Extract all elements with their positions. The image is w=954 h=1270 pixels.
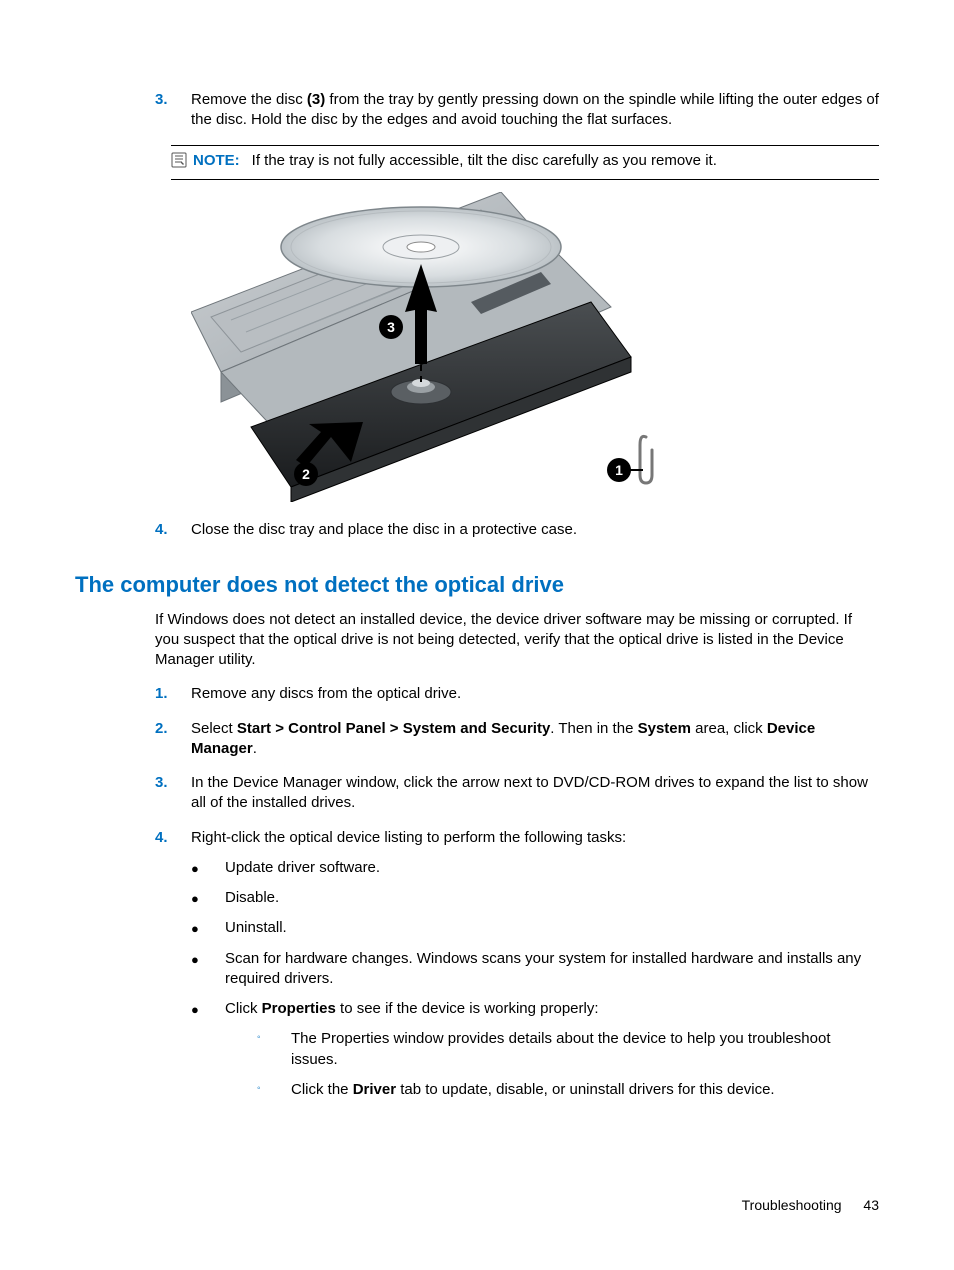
sub-bullet-text: Click the Driver tab to update, disable,… (291, 1080, 879, 1100)
step-4: 4. Close the disc tray and place the dis… (155, 520, 879, 540)
step-2: 2. Select Start > Control Panel > System… (155, 719, 879, 760)
note-icon (171, 151, 193, 174)
text: Click the (291, 1081, 353, 1098)
bullet-text: Click Properties to see if the device is… (225, 999, 879, 1110)
step-body: Close the disc tray and place the disc i… (191, 520, 879, 540)
text: tab to update, disable, or uninstall dri… (396, 1081, 775, 1098)
text: . (253, 740, 257, 757)
bullet-text: Disable. (225, 888, 879, 908)
figure-callout-1: 1 (615, 462, 623, 478)
bullet-icon: ● (191, 888, 225, 908)
step-number: 4. (155, 520, 191, 540)
sub-bullet-icon: ◦ (257, 1029, 291, 1070)
sub-bullet-text: The Properties window provides details a… (291, 1029, 879, 1070)
note-label: NOTE: (193, 152, 240, 169)
step-number: 1. (155, 684, 191, 704)
step-3b: 3. In the Device Manager window, click t… (155, 773, 879, 814)
bullet-icon: ● (191, 949, 225, 990)
bullet-item: ● Uninstall. (191, 918, 879, 938)
sub-bullet-item: ◦ Click the Driver tab to update, disabl… (257, 1080, 879, 1100)
disc-removal-figure: 3 2 1 (191, 192, 661, 502)
page-number: 43 (863, 1197, 879, 1213)
bullet-icon: ● (191, 999, 225, 1110)
bullet-item: ● Disable. (191, 888, 879, 908)
bullet-item: ● Click Properties to see if the device … (191, 999, 879, 1110)
bold: Properties (262, 1000, 336, 1017)
sub-bullet-item: ◦ The Properties window provides details… (257, 1029, 879, 1070)
figure-callout-3: 3 (387, 319, 395, 335)
step-body: Right-click the optical device listing t… (191, 828, 879, 848)
step-number: 2. (155, 719, 191, 760)
section-heading: The computer does not detect the optical… (75, 570, 879, 600)
sub-bullet-icon: ◦ (257, 1080, 291, 1100)
bullet-icon: ● (191, 858, 225, 878)
note-box: NOTE: If the tray is not fully accessible… (171, 145, 879, 180)
text: Click (225, 1000, 262, 1017)
bold: System (638, 720, 691, 737)
step-body: Remove the disc (3) from the tray by gen… (191, 90, 879, 131)
step-body: In the Device Manager window, click the … (191, 773, 879, 814)
text: . Then in the (550, 720, 637, 737)
bold: Start > Control Panel > System and Secur… (237, 720, 550, 737)
page-content: 3. Remove the disc (3) from the tray by … (75, 90, 879, 540)
page-footer: Troubleshooting 43 (742, 1196, 879, 1215)
step-number: 3. (155, 90, 191, 131)
text: Remove the disc (191, 91, 307, 108)
note-row: NOTE: If the tray is not fully accessible… (171, 151, 879, 174)
bullet-item: ● Update driver software. (191, 858, 879, 878)
callout-ref: (3) (307, 91, 325, 108)
text: Select (191, 720, 237, 737)
step-3: 3. Remove the disc (3) from the tray by … (155, 90, 879, 131)
footer-section: Troubleshooting (742, 1197, 842, 1213)
text: to see if the device is working properly… (336, 1000, 599, 1017)
step-1: 1. Remove any discs from the optical dri… (155, 684, 879, 704)
step-body: Remove any discs from the optical drive. (191, 684, 879, 704)
note-text: If the tray is not fully accessible, til… (252, 152, 717, 169)
bullet-text: Uninstall. (225, 918, 879, 938)
bullet-icon: ● (191, 918, 225, 938)
bold: Driver (353, 1081, 396, 1098)
section-content: If Windows does not detect an installed … (75, 610, 879, 1111)
note-content: NOTE: If the tray is not fully accessible… (193, 151, 879, 171)
bullet-text: Update driver software. (225, 858, 879, 878)
step-number: 4. (155, 828, 191, 848)
text: area, click (691, 720, 767, 737)
step-body: Select Start > Control Panel > System an… (191, 719, 879, 760)
bullet-item: ● Scan for hardware changes. Windows sca… (191, 949, 879, 990)
intro-paragraph: If Windows does not detect an installed … (155, 610, 879, 671)
document-page: 3. Remove the disc (3) from the tray by … (0, 0, 954, 1270)
step-4b: 4. Right-click the optical device listin… (155, 828, 879, 848)
bullet-text: Scan for hardware changes. Windows scans… (225, 949, 879, 990)
figure-callout-2: 2 (302, 466, 310, 482)
step-number: 3. (155, 773, 191, 814)
